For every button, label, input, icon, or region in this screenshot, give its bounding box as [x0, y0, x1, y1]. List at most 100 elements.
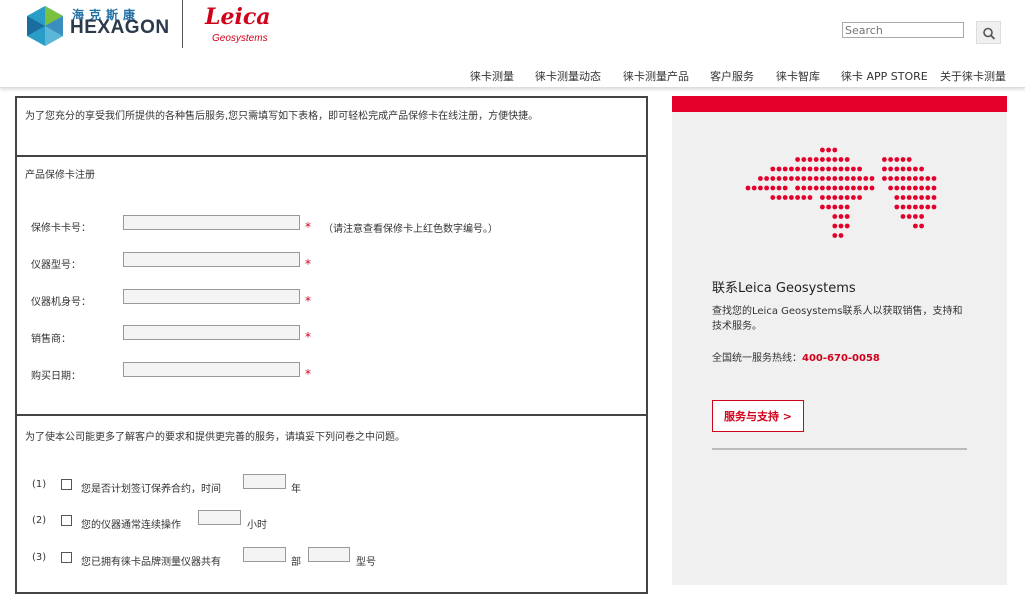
question-number: (3)	[32, 552, 47, 563]
warranty-card-input[interactable]	[123, 215, 300, 230]
map-dot	[801, 166, 807, 172]
map-dot	[900, 185, 906, 191]
nav-knowledge[interactable]: 徕卡智库	[776, 68, 820, 84]
map-dot	[776, 166, 782, 172]
nav-customer-service[interactable]: 客户服务	[710, 68, 754, 84]
map-dot	[801, 176, 807, 181]
search-input[interactable]	[842, 22, 964, 38]
sidebar-red-bar	[672, 96, 1007, 112]
map-dot	[844, 185, 850, 191]
sidebar-divider	[712, 448, 967, 450]
map-dot	[838, 185, 844, 191]
map-dot	[857, 185, 862, 191]
map-dot	[882, 176, 887, 181]
serial-input[interactable]	[123, 289, 300, 304]
map-dot	[801, 195, 807, 200]
map-dot	[770, 166, 776, 172]
leica-sub-logo: Geosystems	[212, 33, 268, 44]
map-dot	[919, 223, 924, 229]
map-dot	[807, 176, 813, 181]
question-2-hours-input[interactable]	[198, 510, 241, 525]
map-dot	[919, 166, 924, 172]
question-1-checkbox[interactable]	[61, 479, 72, 490]
warranty-card-hint: （请注意查看保修卡上红色数字编号。）	[323, 224, 498, 235]
leica-logo[interactable]: Leica	[205, 4, 270, 30]
map-dot	[826, 185, 831, 191]
map-dot	[906, 204, 912, 210]
map-dot	[913, 176, 918, 181]
map-dot	[919, 214, 924, 219]
map-dot	[851, 185, 856, 191]
map-dot	[764, 185, 769, 191]
registration-box: 产品保修卡注册 保修卡卡号： * （请注意查看保修卡上红色数字编号。） 仪器型号…	[15, 155, 648, 416]
map-dot	[826, 195, 831, 200]
contact-description: 查找您的Leica Geosystems联系人以获取销售，支持和技术服务。	[712, 306, 963, 332]
search-icon	[983, 27, 996, 40]
map-dot	[863, 185, 869, 191]
map-dot	[900, 214, 906, 219]
survey-intro: 为了使本公司能更多了解客户的要求和提供更完善的服务，请填妥下列问卷之中问题。	[25, 432, 405, 443]
hotline-number[interactable]: 400-670-0058	[802, 353, 880, 364]
contact-sidebar: 联系Leica Geosystems 查找您的Leica Geosystems联…	[672, 96, 1007, 585]
nav-about[interactable]: 关于徕卡测量	[940, 68, 1006, 84]
hexagon-logo-icon[interactable]	[27, 6, 63, 46]
map-dot	[826, 204, 831, 210]
hexagon-wordmark[interactable]: HEXAGON	[70, 17, 170, 39]
map-dot	[789, 176, 794, 181]
world-map-icon	[745, 147, 937, 238]
map-dot	[844, 176, 850, 181]
map-dot	[882, 157, 887, 162]
map-dot	[838, 195, 844, 200]
question-1-unit: 年	[291, 484, 301, 495]
map-dot	[832, 223, 838, 229]
dealer-input[interactable]	[123, 325, 300, 340]
map-dot	[888, 176, 893, 181]
search-button[interactable]	[976, 21, 1001, 44]
question-3-count-input[interactable]	[243, 547, 286, 562]
question-2-checkbox[interactable]	[61, 515, 72, 526]
question-3-unit: 部	[291, 557, 301, 568]
map-dot	[838, 204, 844, 210]
question-1-years-input[interactable]	[243, 474, 286, 489]
map-dot	[832, 204, 838, 210]
map-dot	[782, 166, 788, 172]
question-3-model-input[interactable]	[308, 547, 350, 562]
required-mark: *	[305, 257, 311, 271]
map-dot	[844, 214, 850, 219]
hotline-label: 全国统一服务热线：	[712, 353, 802, 364]
map-dot	[888, 166, 893, 172]
map-dot	[906, 166, 912, 172]
map-dot	[894, 176, 900, 181]
map-dot	[838, 166, 844, 172]
map-dot	[906, 176, 912, 181]
map-dot	[826, 147, 831, 153]
map-dot	[838, 214, 844, 219]
service-support-button[interactable]: 服务与支持 >	[712, 400, 804, 432]
map-dot	[913, 214, 918, 219]
map-dot	[900, 204, 906, 210]
map-dot	[776, 176, 782, 181]
model-input[interactable]	[123, 252, 300, 267]
map-dot	[894, 166, 900, 172]
map-dot	[782, 195, 788, 200]
survey-box: 为了使本公司能更多了解客户的要求和提供更完善的服务，请填妥下列问卷之中问题。 (…	[15, 414, 648, 594]
question-3-text: 您已拥有徕卡品牌测量仪器共有	[81, 557, 221, 568]
serial-label: 仪器机身号：	[31, 297, 91, 308]
intro-box: 为了您充分的享受我们所提供的各种售后服务,您只需填写如下表格，即可轻松完成产品保…	[15, 96, 648, 157]
nav-products[interactable]: 徕卡测量产品	[623, 68, 689, 84]
nav-leica-survey[interactable]: 徕卡测量	[470, 68, 514, 84]
logo-divider	[182, 0, 183, 48]
map-dot	[758, 185, 763, 191]
hotline: 全国统一服务热线：400-670-0058	[712, 349, 880, 364]
map-dot	[776, 185, 782, 191]
nav-news[interactable]: 徕卡测量动态	[535, 68, 601, 84]
map-dot	[925, 185, 931, 191]
map-dot	[832, 157, 838, 162]
question-3-checkbox[interactable]	[61, 552, 72, 563]
map-dot	[913, 204, 918, 210]
nav-app-store[interactable]: 徕卡 APP STORE	[841, 68, 928, 84]
map-dot	[906, 214, 912, 219]
purchase-date-input[interactable]	[123, 362, 300, 377]
map-dot	[820, 157, 825, 162]
map-dot	[925, 195, 931, 200]
